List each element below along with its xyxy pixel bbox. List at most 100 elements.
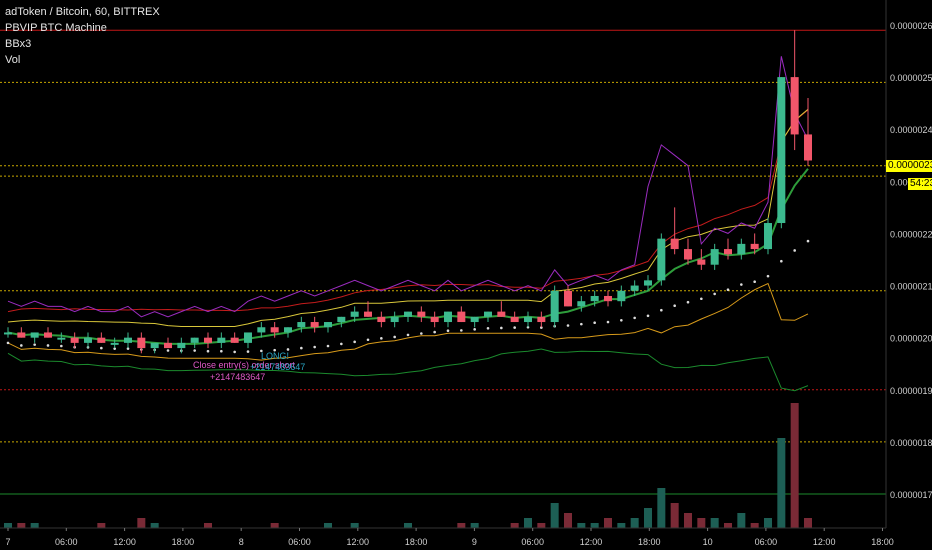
trail-dot bbox=[660, 308, 663, 312]
trail-dot bbox=[246, 350, 250, 353]
x-tick-label: 06:00 bbox=[288, 537, 311, 547]
candle-body bbox=[737, 243, 746, 255]
x-tick-label: 06:00 bbox=[755, 537, 778, 547]
y-axis: 0.000002600.000002500.000002400.00000230… bbox=[885, 0, 932, 528]
candle-body bbox=[324, 322, 332, 328]
trail-dot bbox=[686, 300, 690, 304]
x-tick-label: 18:00 bbox=[871, 537, 894, 547]
candle-body bbox=[577, 301, 586, 307]
volume-bar bbox=[510, 523, 519, 528]
candle-body bbox=[750, 243, 759, 250]
trail-dot bbox=[780, 259, 783, 263]
candle-body bbox=[710, 249, 719, 265]
long-label: LONG! bbox=[261, 351, 289, 361]
candle-body bbox=[630, 285, 639, 291]
purple-line bbox=[7, 56, 809, 318]
trail-dot bbox=[206, 349, 210, 353]
symbol-title[interactable]: adToken / Bitcoin, 60, BITTREX bbox=[5, 4, 160, 20]
trail-dot bbox=[313, 345, 316, 349]
candle-body bbox=[697, 259, 706, 265]
volume-bar bbox=[564, 513, 572, 528]
candle-body bbox=[137, 337, 146, 349]
x-tick-label: 18:00 bbox=[638, 537, 661, 547]
volume-bar bbox=[537, 523, 546, 528]
x-tick-label: 9 bbox=[472, 537, 477, 547]
volume-bar bbox=[350, 523, 359, 528]
y-tick-label: 0.00000180 bbox=[890, 438, 932, 448]
indicator-pbvip[interactable]: PBVIP BTC Machine bbox=[5, 20, 160, 36]
trail-dot bbox=[6, 341, 10, 345]
trail-dot bbox=[406, 333, 410, 337]
candle-body bbox=[364, 311, 372, 317]
volume-bar bbox=[97, 523, 106, 528]
volume-bar bbox=[30, 523, 39, 528]
candle-body bbox=[417, 311, 426, 317]
candle-body bbox=[430, 316, 439, 323]
trail-dot bbox=[580, 322, 583, 326]
candle-body bbox=[524, 316, 532, 323]
trail-dot bbox=[513, 326, 516, 329]
x-tick-label: 12:00 bbox=[580, 537, 603, 547]
volume-bar bbox=[4, 523, 12, 528]
trail-dot bbox=[353, 340, 356, 344]
candle-body bbox=[457, 311, 466, 323]
trail-dot bbox=[593, 321, 596, 325]
volume-bar bbox=[750, 523, 759, 528]
candle-body bbox=[230, 337, 239, 343]
trade-annotations: Close entry(s) order short +2147483647 L… bbox=[193, 351, 305, 382]
trail-dot bbox=[193, 349, 196, 352]
trail-dot bbox=[393, 335, 396, 339]
chart-legend: adToken / Bitcoin, 60, BITTREX PBVIP BTC… bbox=[5, 4, 160, 68]
volume-bar bbox=[790, 403, 799, 528]
volume-bar bbox=[17, 523, 26, 528]
candle-body bbox=[377, 316, 386, 323]
volume-bar bbox=[137, 518, 146, 528]
candle-body bbox=[57, 337, 66, 340]
candle-body bbox=[217, 337, 226, 343]
volume-bar bbox=[324, 523, 332, 528]
y-tick-label: 0.00000170 bbox=[890, 490, 932, 500]
close-order-value: +2147483647 bbox=[210, 372, 265, 382]
y-tick-label: 0.00000200 bbox=[890, 334, 932, 344]
candle-body bbox=[164, 342, 172, 349]
candle-body bbox=[30, 332, 39, 338]
x-tick-label: 06:00 bbox=[521, 537, 544, 547]
indicator-vol[interactable]: Vol bbox=[5, 52, 160, 68]
candle-body bbox=[177, 342, 186, 349]
candle-body bbox=[657, 238, 666, 281]
candle-body bbox=[284, 327, 292, 333]
candle-body bbox=[670, 238, 679, 250]
trail-dot bbox=[606, 320, 610, 324]
candle-body bbox=[150, 342, 159, 349]
volume-bars bbox=[4, 403, 812, 528]
indicator-bbx3[interactable]: BBx3 bbox=[5, 36, 160, 52]
trail-dot bbox=[713, 292, 716, 296]
trail-dot bbox=[500, 326, 503, 330]
trail-dot bbox=[326, 344, 330, 348]
bb-upper-yellow bbox=[7, 108, 809, 327]
trail-dot bbox=[620, 318, 623, 322]
trail-dot bbox=[233, 350, 236, 354]
candle-body bbox=[564, 290, 572, 307]
candle-body bbox=[190, 337, 199, 343]
bar-countdown-tag: 54:23 bbox=[908, 178, 932, 190]
last-price-tag: 0.00000233 bbox=[886, 160, 932, 172]
trail-dot bbox=[673, 304, 676, 308]
candle-body bbox=[604, 295, 612, 302]
volume-bar bbox=[724, 523, 732, 528]
trail-dot bbox=[753, 280, 756, 284]
trail-dot bbox=[460, 329, 463, 332]
volume-bar bbox=[697, 518, 706, 528]
volume-bar bbox=[150, 523, 159, 528]
trail-dot bbox=[633, 316, 636, 320]
trail-dot bbox=[646, 314, 650, 318]
candle-body bbox=[270, 327, 279, 333]
volume-bar bbox=[684, 513, 692, 528]
price-chart[interactable]: 0.000002600.000002500.000002400.00000230… bbox=[0, 0, 932, 550]
candle-body bbox=[44, 332, 52, 338]
candle-body bbox=[684, 249, 692, 260]
candle-body bbox=[17, 332, 26, 338]
candle-body bbox=[764, 223, 772, 250]
trail-dot bbox=[726, 288, 730, 292]
x-tick-label: 12:00 bbox=[813, 537, 836, 547]
